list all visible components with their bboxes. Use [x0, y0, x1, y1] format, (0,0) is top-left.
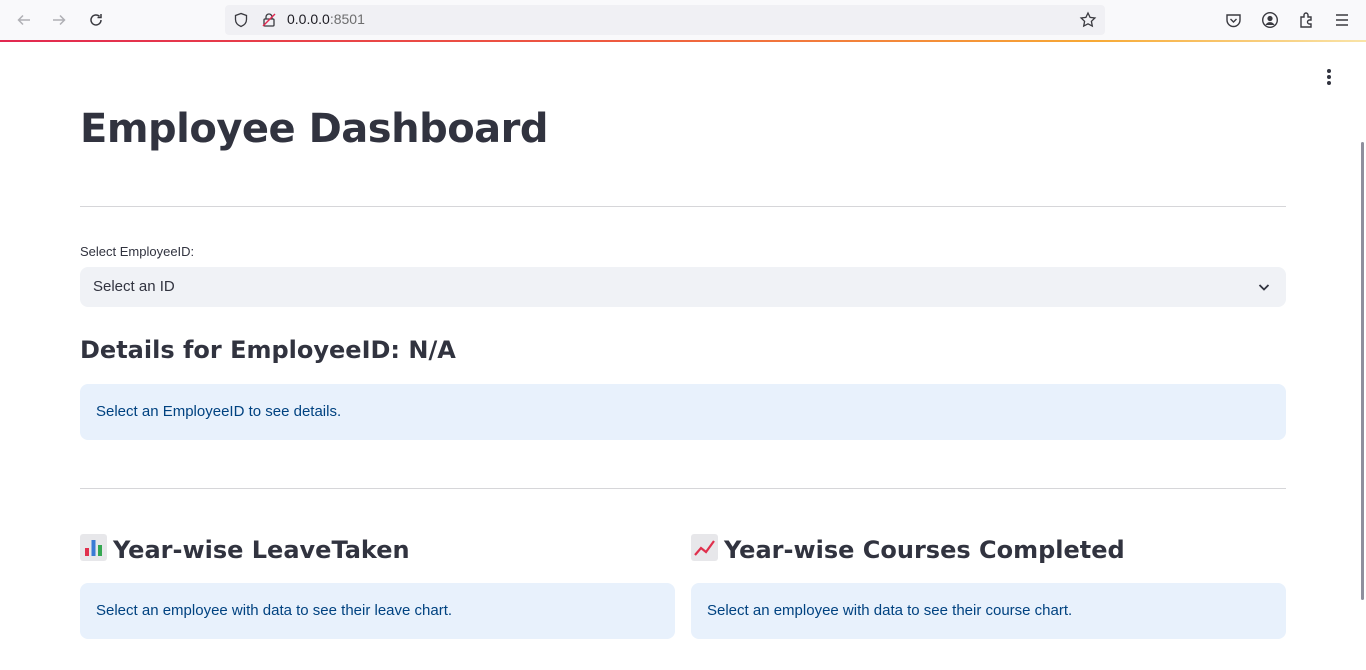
details-heading: Details for EmployeeID: N/A: [80, 336, 456, 364]
page-scrollbar[interactable]: [1361, 142, 1364, 600]
app-page: Employee Dashboard Select EmployeeID: Se…: [0, 42, 1366, 670]
page-title: Employee Dashboard: [80, 106, 549, 152]
details-info-text: Select an EmployeeID to see details.: [96, 403, 342, 420]
url-host: 0.0.0.0: [287, 11, 330, 27]
bookmark-star-icon[interactable]: [1079, 11, 1097, 29]
forward-arrow-icon: [53, 14, 66, 26]
back-arrow-icon: [17, 14, 30, 26]
select-label: Select EmployeeID:: [80, 244, 195, 259]
employee-id-select[interactable]: Select an ID: [80, 267, 1286, 307]
main-menu-icon[interactable]: [1326, 68, 1332, 86]
back-button[interactable]: [13, 9, 35, 31]
reload-button[interactable]: [85, 9, 107, 31]
hamburger-menu-icon[interactable]: [1334, 12, 1350, 28]
browser-toolbar: 0.0.0.0:8501: [0, 0, 1366, 41]
select-value: Select an ID: [93, 278, 175, 295]
leave-chart-heading: Year-wise LeaveTaken: [80, 534, 410, 564]
url-text[interactable]: 0.0.0.0:8501: [287, 11, 365, 27]
shield-icon[interactable]: [233, 12, 249, 28]
details-info-box: Select an EmployeeID to see details.: [80, 384, 1286, 440]
courses-chart-heading: Year-wise Courses Completed: [691, 534, 1125, 564]
reload-icon: [90, 14, 102, 26]
leave-info-box: Select an employee with data to see thei…: [80, 583, 675, 639]
extensions-icon[interactable]: [1298, 11, 1316, 29]
chart-increasing-emoji-icon: [691, 534, 718, 561]
pocket-icon[interactable]: [1225, 12, 1242, 29]
chevron-down-icon: [1258, 284, 1270, 291]
url-port: :8501: [329, 11, 365, 27]
courses-info-box: Select an employee with data to see thei…: [691, 583, 1286, 639]
divider: [80, 206, 1286, 207]
courses-info-text: Select an employee with data to see thei…: [707, 602, 1073, 619]
divider: [80, 488, 1286, 489]
insecure-lock-icon[interactable]: [261, 12, 277, 28]
courses-chart-heading-text: Year-wise Courses Completed: [724, 536, 1125, 564]
leave-chart-heading-text: Year-wise LeaveTaken: [113, 536, 410, 564]
forward-button[interactable]: [48, 9, 70, 31]
url-bar[interactable]: 0.0.0.0:8501: [225, 5, 1105, 35]
account-icon[interactable]: [1261, 11, 1279, 29]
bar-chart-emoji-icon: [80, 534, 107, 561]
leave-info-text: Select an employee with data to see thei…: [96, 602, 453, 619]
